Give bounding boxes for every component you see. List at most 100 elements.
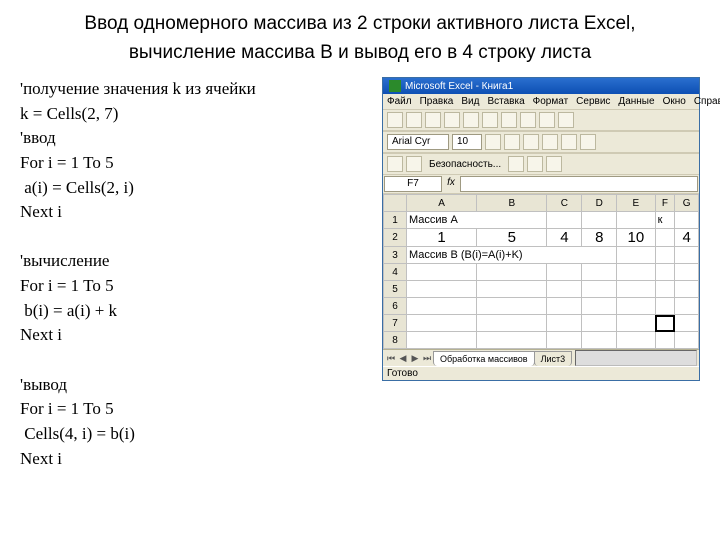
cell[interactable]: [547, 332, 582, 349]
cell[interactable]: 4: [547, 229, 582, 247]
cell[interactable]: [582, 281, 617, 298]
spell-icon[interactable]: [482, 112, 498, 128]
security-button[interactable]: Безопасность...: [425, 159, 505, 170]
column-header[interactable]: F: [655, 195, 675, 212]
cell[interactable]: Массив A: [407, 212, 547, 229]
cell[interactable]: [617, 298, 655, 315]
column-header[interactable]: A: [407, 195, 477, 212]
font-name-field[interactable]: Arial Cyr: [387, 134, 449, 150]
excel-toolbar-vba[interactable]: Безопасность...: [383, 153, 699, 175]
align-left-icon[interactable]: [542, 134, 558, 150]
sheet-tab-active[interactable]: Обработка массивов: [433, 351, 535, 366]
cell[interactable]: [675, 212, 699, 229]
cell[interactable]: [675, 315, 699, 332]
cell[interactable]: [617, 264, 655, 281]
horizontal-scrollbar[interactable]: [575, 350, 697, 366]
menu-item[interactable]: Формат: [533, 96, 569, 107]
formula-bar[interactable]: [460, 176, 698, 192]
cell[interactable]: [477, 315, 547, 332]
column-header[interactable]: D: [582, 195, 617, 212]
row-header[interactable]: 6: [384, 298, 407, 315]
menu-item[interactable]: Данные: [618, 96, 654, 107]
cut-icon[interactable]: [501, 112, 517, 128]
cell[interactable]: [582, 264, 617, 281]
column-header[interactable]: C: [547, 195, 582, 212]
cell[interactable]: 8: [582, 229, 617, 247]
copy-icon[interactable]: [520, 112, 536, 128]
design-mode-icon[interactable]: [546, 156, 562, 172]
open-icon[interactable]: [406, 112, 422, 128]
row-header[interactable]: 4: [384, 264, 407, 281]
cell[interactable]: [655, 281, 675, 298]
underline-icon[interactable]: [523, 134, 539, 150]
cell[interactable]: [547, 264, 582, 281]
column-header[interactable]: E: [617, 195, 655, 212]
menu-item[interactable]: Файл: [387, 96, 412, 107]
menu-item[interactable]: Справка: [694, 96, 720, 107]
cell[interactable]: [407, 264, 477, 281]
cell[interactable]: [675, 298, 699, 315]
cell[interactable]: [617, 332, 655, 349]
cell[interactable]: [477, 332, 547, 349]
print-icon[interactable]: [444, 112, 460, 128]
new-icon[interactable]: [387, 112, 403, 128]
row-header[interactable]: 3: [384, 247, 407, 264]
save-icon[interactable]: [425, 112, 441, 128]
name-box[interactable]: F7: [384, 176, 442, 192]
menu-item[interactable]: Правка: [420, 96, 454, 107]
cell[interactable]: [582, 315, 617, 332]
record-macro-icon[interactable]: [406, 156, 422, 172]
cell[interactable]: [655, 229, 675, 247]
cell[interactable]: [477, 264, 547, 281]
cell[interactable]: 10: [617, 229, 655, 247]
cell[interactable]: [617, 315, 655, 332]
cell[interactable]: [655, 332, 675, 349]
row-header[interactable]: 7: [384, 315, 407, 332]
tab-nav-next-icon[interactable]: ▶: [409, 351, 421, 365]
cell[interactable]: [655, 298, 675, 315]
cell[interactable]: [655, 264, 675, 281]
paste-icon[interactable]: [539, 112, 555, 128]
menu-item[interactable]: Вставка: [487, 96, 524, 107]
cell[interactable]: к: [655, 212, 675, 229]
cell[interactable]: [675, 332, 699, 349]
cell[interactable]: [582, 332, 617, 349]
cell[interactable]: [547, 281, 582, 298]
cell[interactable]: [582, 212, 617, 229]
align-right-icon[interactable]: [580, 134, 596, 150]
cell[interactable]: [407, 281, 477, 298]
preview-icon[interactable]: [463, 112, 479, 128]
column-header[interactable]: B: [477, 195, 547, 212]
cell[interactable]: 4: [675, 229, 699, 247]
row-header[interactable]: 1: [384, 212, 407, 229]
bold-icon[interactable]: [485, 134, 501, 150]
cell[interactable]: [617, 247, 655, 264]
tab-nav-first-icon[interactable]: ⏮: [385, 351, 397, 365]
cell[interactable]: [582, 298, 617, 315]
toolbox-icon[interactable]: [527, 156, 543, 172]
cell[interactable]: 1: [407, 229, 477, 247]
cell[interactable]: [675, 264, 699, 281]
cell[interactable]: [477, 298, 547, 315]
cell[interactable]: [655, 247, 675, 264]
cell[interactable]: [675, 247, 699, 264]
cell[interactable]: [655, 315, 675, 332]
select-all-corner[interactable]: [384, 195, 407, 212]
cell[interactable]: Массив B (B(i)=A(i)+K): [407, 247, 617, 264]
cell[interactable]: [617, 212, 655, 229]
row-header[interactable]: 8: [384, 332, 407, 349]
spreadsheet-grid[interactable]: ABCDEFG 1Массив Aк215481043Массив B (B(i…: [383, 194, 699, 349]
menu-item[interactable]: Вид: [461, 96, 479, 107]
cell[interactable]: [407, 332, 477, 349]
cell[interactable]: [407, 298, 477, 315]
align-center-icon[interactable]: [561, 134, 577, 150]
cell[interactable]: [407, 315, 477, 332]
column-header[interactable]: G: [675, 195, 699, 212]
cell[interactable]: [547, 212, 582, 229]
italic-icon[interactable]: [504, 134, 520, 150]
undo-icon[interactable]: [558, 112, 574, 128]
sheet-tab-other[interactable]: Лист3: [534, 351, 573, 366]
excel-toolbar-standard[interactable]: [383, 109, 699, 131]
cell[interactable]: [675, 281, 699, 298]
excel-menubar[interactable]: ФайлПравкаВидВставкаФорматСервисДанныеОк…: [383, 94, 699, 109]
